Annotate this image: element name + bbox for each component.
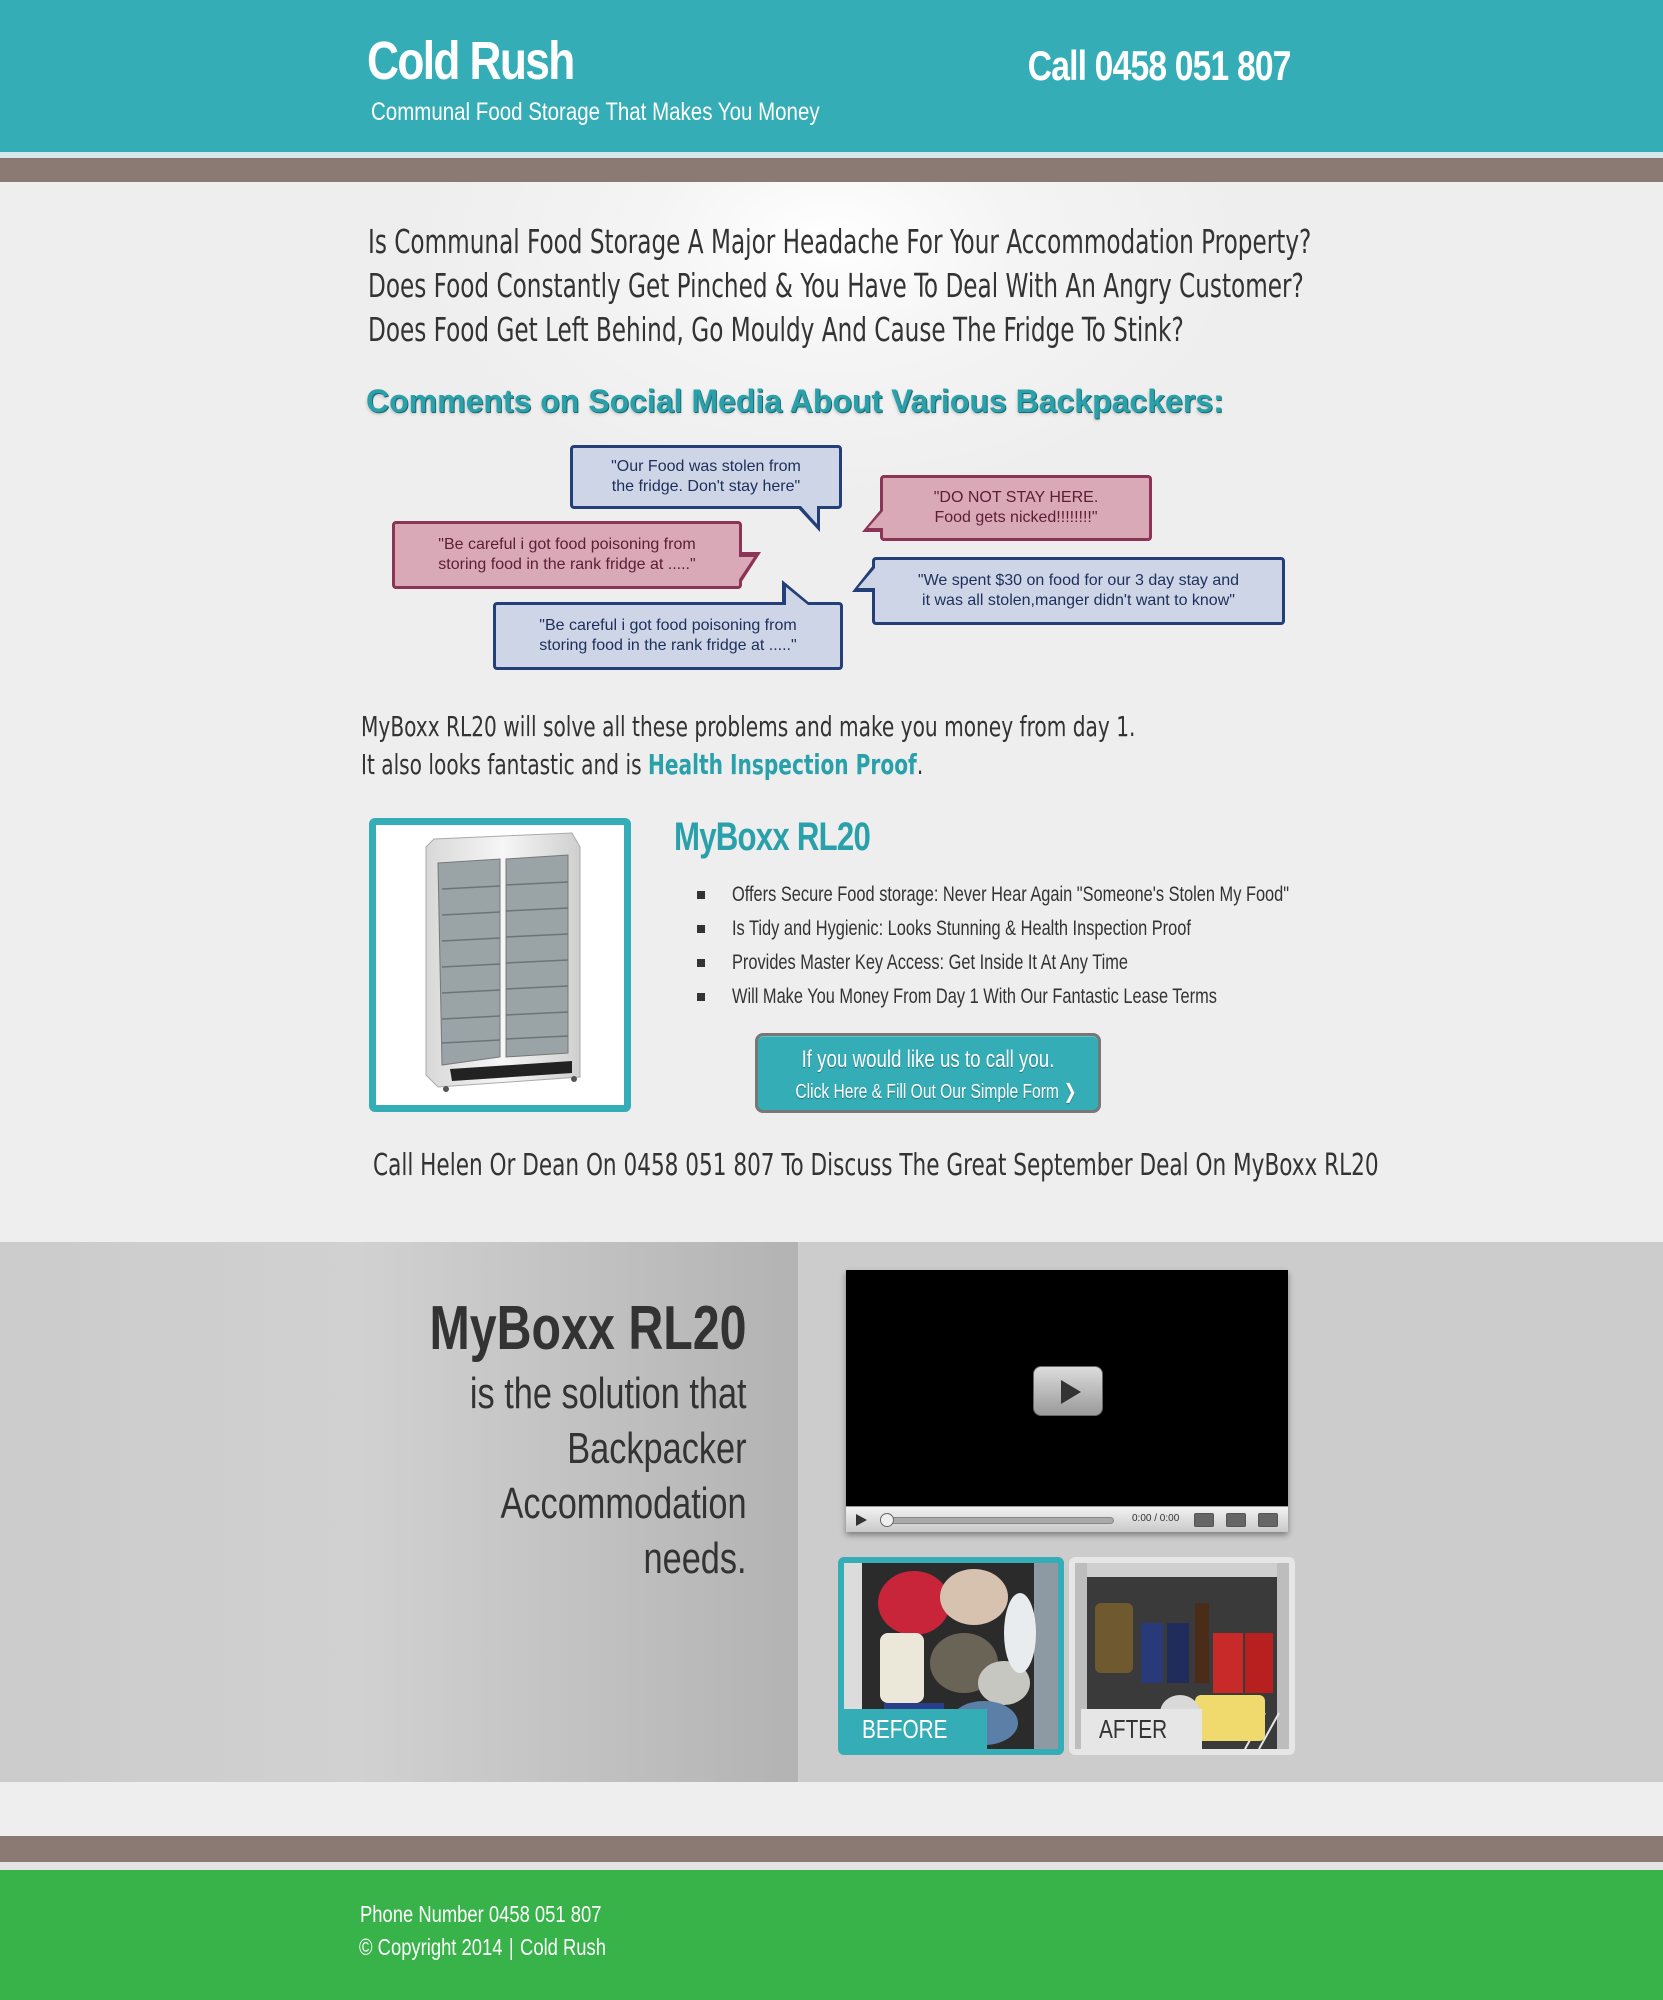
comment-bubble: "Our Food was stolen from the fridge. Don… <box>570 445 842 509</box>
feature-item: Offers Secure Food storage: Never Hear A… <box>694 878 1446 912</box>
after-label: AFTER <box>1081 1709 1203 1749</box>
video-time: 0:00 / 0:00 <box>1132 1513 1180 1524</box>
solve-statement: MyBoxx RL20 will solve all these problem… <box>361 708 1135 784</box>
feature-item: Will Make You Money From Day 1 With Our … <box>694 980 1446 1014</box>
solution-section <box>0 1242 1663 1782</box>
cta-line-1: If you would like us to call you. <box>801 1046 1055 1073</box>
video-controls: 0:00 / 0:00 <box>846 1506 1288 1532</box>
question-line: Does Food Constantly Get Pinched & You H… <box>368 266 1304 305</box>
bullet-icon <box>697 891 705 899</box>
bubble-tail <box>868 511 883 528</box>
solution-line: Backpacker <box>567 1424 747 1473</box>
after-label-text: AFTER <box>1099 1714 1168 1744</box>
solution-line: Accommodation <box>500 1479 747 1528</box>
comment-bubble: "We spent $30 on food for our 3 day stay… <box>872 557 1285 625</box>
call-deal-line: Call Helen Or Dean On 0458 051 807 To Di… <box>373 1148 1379 1183</box>
video-progress-bar[interactable] <box>882 1517 1114 1524</box>
product-image <box>369 818 631 1112</box>
feature-text: Will Make You Money From Day 1 With Our … <box>732 985 1217 1008</box>
play-icon[interactable] <box>1033 1366 1103 1416</box>
fullscreen-icon[interactable] <box>1258 1513 1278 1527</box>
size-toggle-icon[interactable] <box>1226 1513 1246 1527</box>
solve-line-1: MyBoxx RL20 will solve all these problem… <box>361 710 1136 743</box>
question-line: Does Food Get Left Behind, Go Mouldy And… <box>368 310 1184 349</box>
solution-line: needs. <box>643 1534 747 1583</box>
comment-text: "We spent $30 on food for our 3 day stay… <box>917 572 1240 589</box>
after-photo: AFTER <box>1069 1557 1295 1755</box>
before-photo: BEFORE <box>838 1557 1064 1755</box>
bubble-tail <box>786 587 808 605</box>
solve-line-2: It also looks fantastic and is Health In… <box>361 746 1135 784</box>
site-footer: Phone Number 0458 051 807 © Copyright 20… <box>0 1870 1663 2000</box>
feature-text: Offers Secure Food storage: Never Hear A… <box>732 883 1290 906</box>
comment-text: the fridge. Don't stay here" <box>611 478 801 495</box>
bullet-icon <box>697 925 705 933</box>
bubble-tail <box>800 505 817 524</box>
header-accent-bar <box>0 158 1663 182</box>
solution-text: MyBoxx RL20 is the solution that Backpac… <box>340 1292 747 1586</box>
footer-divider <box>0 1862 1663 1870</box>
feature-text: Provides Master Key Access: Get Inside I… <box>732 951 1129 974</box>
footer-phone[interactable]: Phone Number 0458 051 807 <box>360 1901 601 1928</box>
before-label-text: BEFORE <box>862 1714 948 1744</box>
footer-company: Cold Rush <box>520 1934 606 1960</box>
cta-line-2: Click Here & Fill Out Our Simple Form ❯ <box>795 1079 1076 1104</box>
bullet-icon <box>697 993 705 1001</box>
bullet-icon <box>697 959 705 967</box>
comment-text: "Be careful i got food poisoning from <box>539 617 797 634</box>
solve-line-2-text: It also looks fantastic and is <box>361 748 648 781</box>
video-player[interactable]: 0:00 / 0:00 <box>846 1270 1288 1532</box>
health-inspection-link[interactable]: Health Inspection Proof <box>648 748 917 781</box>
separator: | <box>508 1934 514 1960</box>
brand-name[interactable]: Cold Rush <box>367 30 575 92</box>
comments-title: Comments on Social Media About Various B… <box>366 383 1224 419</box>
site-header: Cold Rush Communal Food Storage That Mak… <box>0 0 1663 152</box>
solution-title: MyBoxx RL20 <box>429 1294 747 1363</box>
solve-line-2-suffix: . <box>916 748 924 781</box>
play-small-icon[interactable] <box>856 1514 867 1526</box>
comment-text: Food gets nicked!!!!!!!!" <box>934 509 1098 526</box>
comment-text: "Our Food was stolen from <box>611 458 801 475</box>
footer-copyright: © Copyright 2014 | Cold Rush <box>359 1934 606 1961</box>
comment-bubble: "DO NOT STAY HERE. Food gets nicked!!!!!!… <box>880 475 1152 541</box>
problem-questions: Is Communal Food Storage A Major Headach… <box>368 220 1328 352</box>
before-label: BEFORE <box>844 1709 987 1749</box>
feature-item: Is Tidy and Hygienic: Looks Stunning & H… <box>694 912 1446 946</box>
panel-fade <box>0 1242 360 1782</box>
comment-bubble: "Be careful i got food poisoning from sto… <box>493 602 843 670</box>
video-scrubber[interactable] <box>880 1513 894 1527</box>
comment-text: storing food in the rank fridge at .....… <box>438 556 696 573</box>
feature-text: Is Tidy and Hygienic: Looks Stunning & H… <box>732 917 1191 940</box>
footer-accent-bar <box>0 1836 1663 1862</box>
header-phone[interactable]: Call 0458 051 807 <box>1028 42 1292 90</box>
comment-bubble: "Be careful i got food poisoning from sto… <box>392 521 742 589</box>
question-line: Is Communal Food Storage A Major Headach… <box>368 222 1312 261</box>
brand-tagline: Communal Food Storage That Makes You Mon… <box>371 98 820 126</box>
solution-line: is the solution that <box>470 1369 747 1418</box>
cta-line-2-text: Click Here & Fill Out Our Simple Form <box>795 1081 1059 1103</box>
call-me-button[interactable]: If you would like us to call you. Click … <box>755 1033 1101 1113</box>
product-features: Offers Secure Food storage: Never Hear A… <box>694 878 1446 1014</box>
comment-text: "Be careful i got food poisoning from <box>438 536 696 553</box>
copyright-text: © Copyright 2014 <box>359 1934 503 1960</box>
comment-text: it was all stolen,manger didn't want to … <box>922 592 1235 609</box>
comment-text: storing food in the rank fridge at .....… <box>539 637 797 654</box>
chevron-right-icon: ❯ <box>1063 1081 1077 1103</box>
bubble-tail <box>858 568 875 588</box>
fridge-illustration <box>425 832 581 1092</box>
comment-text: "DO NOT STAY HERE. <box>933 489 1099 506</box>
feature-item: Provides Master Key Access: Get Inside I… <box>694 946 1446 980</box>
volume-icon[interactable] <box>1194 1513 1214 1527</box>
product-title: MyBoxx RL20 <box>674 815 871 859</box>
bubble-tail <box>738 557 754 581</box>
